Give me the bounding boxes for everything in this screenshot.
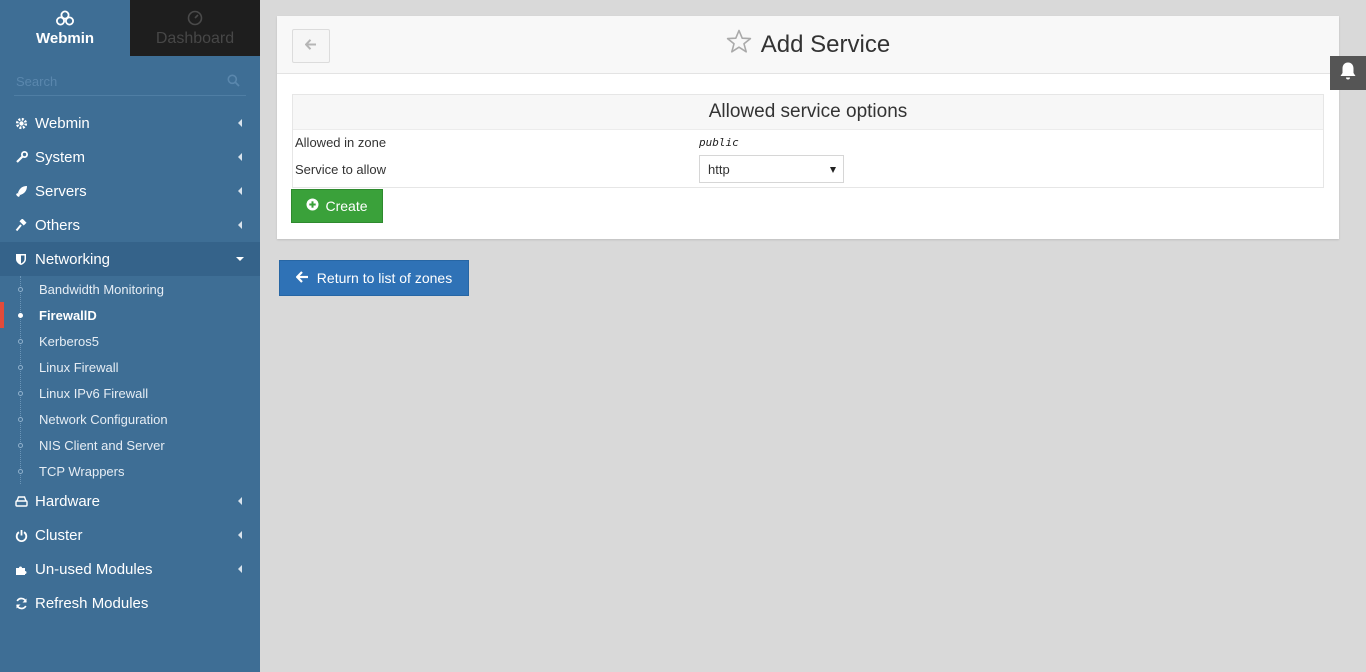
- star-icon[interactable]: [726, 29, 752, 59]
- sidebar-menu-bottom: Hardware Cluster Un-used Modules Refresh…: [0, 484, 260, 620]
- chevron-left-icon: [238, 119, 242, 127]
- panel-header: Add Service: [277, 16, 1339, 74]
- zone-label: Allowed in zone: [295, 135, 387, 150]
- row-spacer: [293, 183, 1323, 187]
- notifications-button[interactable]: [1330, 56, 1366, 90]
- sidebar-item-cluster[interactable]: Cluster: [0, 518, 260, 552]
- chevron-left-icon: [238, 565, 242, 573]
- sidebar-subitem-kerberos5[interactable]: Kerberos5: [0, 328, 260, 354]
- sidebar-search: [14, 68, 246, 96]
- section-title: Allowed service options: [293, 95, 1323, 130]
- sidebar-item-label: Refresh Modules: [35, 594, 149, 612]
- networking-submenu: Bandwidth Monitoring FirewallD Kerberos5…: [0, 276, 260, 484]
- sidebar-item-label: Servers: [35, 182, 87, 200]
- sidebar-item-hardware[interactable]: Hardware: [0, 484, 260, 518]
- service-select-value: http: [708, 161, 730, 177]
- bullet-icon: [18, 287, 23, 292]
- caret-down-icon: [830, 167, 836, 173]
- gear-icon: [14, 116, 28, 130]
- sidebar-item-label: Cluster: [35, 526, 83, 544]
- active-marker: [0, 302, 4, 328]
- zone-row: Allowed in zone public: [293, 130, 1323, 155]
- chevron-left-icon: [238, 221, 242, 229]
- sidebar-item-others[interactable]: Others: [0, 208, 260, 242]
- page-title-wrap: Add Service: [277, 29, 1339, 59]
- hdd-icon: [14, 494, 28, 508]
- sidebar-item-webmin[interactable]: Webmin: [0, 106, 260, 140]
- return-to-zones-button[interactable]: Return to list of zones: [279, 260, 469, 296]
- bullet-icon: [18, 469, 23, 474]
- sidebar-subitem-bandwidth-monitoring[interactable]: Bandwidth Monitoring: [0, 276, 260, 302]
- service-select[interactable]: http: [699, 155, 844, 183]
- sidebar-item-networking[interactable]: Networking: [0, 242, 260, 276]
- zone-value: public: [699, 136, 739, 149]
- service-row: Service to allow http: [293, 155, 1323, 183]
- allowed-service-options: Allowed service options Allowed in zone …: [292, 94, 1324, 188]
- bullet-icon: [18, 365, 23, 370]
- sidebar-item-label: Webmin: [35, 114, 90, 132]
- chevron-left-icon: [238, 187, 242, 195]
- tab-webmin[interactable]: Webmin: [0, 0, 130, 56]
- arrow-left-icon: [295, 270, 309, 286]
- gavel-icon: [14, 218, 28, 232]
- tab-webmin-label: Webmin: [35, 30, 95, 47]
- sidebar-item-label: Networking: [35, 250, 111, 268]
- sidebar-subitem-linux-ipv6-firewall[interactable]: Linux IPv6 Firewall: [0, 380, 260, 406]
- sidebar-item-system[interactable]: System: [0, 140, 260, 174]
- bullet-icon: [18, 443, 23, 448]
- sidebar-subitem-label: Network Configuration: [39, 411, 168, 427]
- sidebar-subitem-label: Bandwidth Monitoring: [39, 281, 165, 297]
- sidebar-subitem-label: Linux IPv6 Firewall: [39, 385, 149, 401]
- sidebar-subitem-linux-firewall[interactable]: Linux Firewall: [0, 354, 260, 380]
- rocket-icon: [14, 184, 28, 198]
- sidebar-menu: Webmin System Servers Others Networking: [0, 106, 260, 276]
- sidebar-subitem-label: Kerberos5: [39, 333, 99, 349]
- bell-icon: [1339, 61, 1357, 86]
- sidebar-item-label: System: [35, 148, 86, 166]
- sidebar-subitem-firewalld[interactable]: FirewallD: [0, 302, 260, 328]
- tab-dashboard[interactable]: Dashboard: [130, 0, 260, 56]
- tab-dashboard-label: Dashboard: [155, 29, 235, 47]
- create-button-label: Create: [325, 198, 368, 214]
- sidebar-subitem-tcp-wrappers[interactable]: TCP Wrappers: [0, 458, 260, 484]
- bullet-icon: [18, 391, 23, 396]
- puzzle-icon: [14, 562, 28, 576]
- plus-circle-icon: [306, 198, 319, 214]
- chevron-left-icon: [238, 531, 242, 539]
- shield-icon: [14, 252, 28, 266]
- wrench-icon: [14, 150, 28, 164]
- chevron-down-icon: [236, 257, 244, 261]
- sidebar-item-label: Others: [35, 216, 81, 234]
- bullet-icon: [18, 313, 23, 318]
- sidebar-subitem-nis-client-and-server[interactable]: NIS Client and Server: [0, 432, 260, 458]
- sidebar-subitem-label: TCP Wrappers: [39, 463, 125, 479]
- dashboard-icon: [187, 9, 203, 27]
- sidebar-tabs: Webmin Dashboard: [0, 0, 260, 56]
- webmin-logo-icon: [56, 9, 74, 27]
- sidebar-item-label: Hardware: [35, 492, 101, 510]
- sidebar-item-servers[interactable]: Servers: [0, 174, 260, 208]
- return-button-label: Return to list of zones: [316, 270, 453, 286]
- sidebar-subitem-label: Linux Firewall: [39, 359, 119, 375]
- chevron-left-icon: [238, 497, 242, 505]
- search-icon[interactable]: [227, 74, 240, 92]
- sidebar-subitem-label: FirewallD: [39, 307, 97, 323]
- search-input[interactable]: [14, 68, 246, 94]
- sidebar-item-unused-modules[interactable]: Un-used Modules: [0, 552, 260, 586]
- chevron-left-icon: [238, 153, 242, 161]
- sidebar: Webmin Dashboard Webmin System: [0, 0, 260, 672]
- service-label: Service to allow: [295, 161, 387, 177]
- sidebar-item-label: Un-used Modules: [35, 560, 153, 578]
- refresh-icon: [14, 596, 28, 610]
- sidebar-subitem-network-configuration[interactable]: Network Configuration: [0, 406, 260, 432]
- bullet-icon: [18, 417, 23, 422]
- bullet-icon: [18, 339, 23, 344]
- sidebar-subitem-label: NIS Client and Server: [39, 437, 165, 453]
- power-icon: [14, 528, 28, 542]
- main-panel: Add Service Allowed service options Allo…: [277, 16, 1339, 239]
- create-button[interactable]: Create: [291, 189, 383, 223]
- page-title: Add Service: [760, 31, 891, 58]
- sidebar-item-refresh-modules[interactable]: Refresh Modules: [0, 586, 260, 620]
